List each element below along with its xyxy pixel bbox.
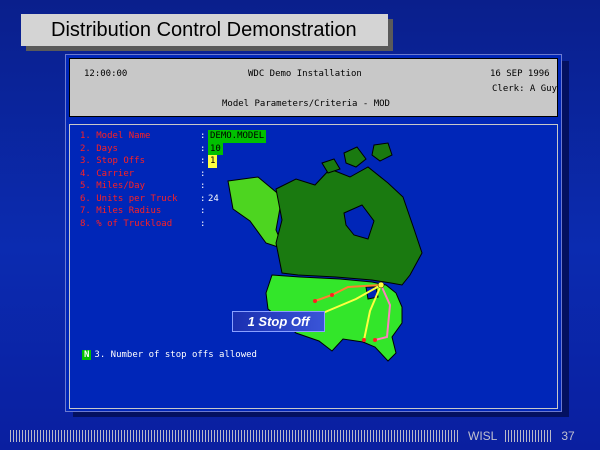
- page-number: 37: [561, 429, 575, 443]
- slide-footer: WISL 37: [10, 428, 590, 444]
- param-colon: :: [200, 218, 206, 229]
- footer-brand: WISL: [468, 429, 498, 443]
- param-colon: :: [200, 181, 206, 191]
- footer-barcode-left: [10, 430, 460, 442]
- clerk-name: Clerk: A Guy: [492, 84, 558, 94]
- param-row[interactable]: 6. Units per Truck : 24: [80, 193, 266, 206]
- route-stop-marker: [330, 293, 334, 297]
- hint-key: N: [82, 350, 92, 360]
- param-label: 6. Units per Truck: [80, 193, 178, 204]
- param-label: 5. Miles/Day: [80, 181, 146, 191]
- model-name-field[interactable]: DEMO.MODEL: [208, 130, 267, 143]
- param-colon: :: [200, 143, 206, 154]
- param-label: 1. Model Name: [80, 131, 151, 141]
- parameter-list: 1. Model Name : DEMO.MODEL 2. Days : 10 …: [80, 130, 267, 231]
- param-label: 2. Days: [80, 143, 118, 154]
- slide-title: Distribution Control Demonstration: [51, 18, 357, 41]
- route-stop-marker: [362, 338, 366, 342]
- param-row[interactable]: 4. Carrier :: [80, 168, 266, 181]
- param-label: 8. % of Truckload: [80, 218, 173, 229]
- terminal-time: 12:00:00: [84, 69, 128, 79]
- param-colon: :: [200, 156, 206, 166]
- route-origin-marker: [377, 281, 385, 289]
- route-stop-marker: [373, 338, 377, 342]
- terminal-window: 12:00:00 WDC Demo Installation 16 SEP 19…: [65, 54, 562, 412]
- slide-title-box: Distribution Control Demonstration: [21, 14, 388, 46]
- param-colon: :: [200, 131, 206, 141]
- days-field[interactable]: 10: [208, 142, 223, 155]
- hint-text: 3. Number of stop offs allowed: [94, 350, 257, 360]
- param-label: 4. Carrier: [80, 168, 135, 179]
- param-row[interactable]: 2. Days : 10: [80, 142, 266, 155]
- param-row[interactable]: 5. Miles/Day :: [80, 180, 266, 193]
- param-label: 7. Miles Radius: [80, 206, 162, 216]
- param-row[interactable]: 8. % of Truckload :: [80, 218, 266, 231]
- screen-title: Model Parameters/Criteria - MOD: [222, 99, 390, 109]
- arctic-island-3: [321, 158, 341, 174]
- terminal-date: 16 SEP 1996: [490, 69, 550, 79]
- param-row[interactable]: 3. Stop Offs : 1: [80, 155, 266, 168]
- param-row[interactable]: 1. Model Name : DEMO.MODEL: [80, 130, 267, 143]
- arctic-island-2: [371, 142, 393, 162]
- terminal-body: 1. Model Name : DEMO.MODEL 2. Days : 10 …: [69, 124, 558, 409]
- stop-off-callout: 1 Stop Off: [232, 311, 325, 332]
- param-row[interactable]: 7. Miles Radius :: [80, 205, 266, 218]
- param-colon: :: [200, 206, 206, 216]
- arctic-island-1: [343, 146, 367, 168]
- system-title: WDC Demo Installation: [248, 69, 362, 79]
- footer-barcode-right: [505, 430, 554, 442]
- field-hint: N 3. Number of stop offs allowed: [82, 350, 257, 360]
- stop-offs-field[interactable]: 1: [208, 155, 218, 168]
- param-colon: :: [200, 193, 206, 204]
- route-stop-marker: [313, 299, 317, 303]
- units-per-truck-field[interactable]: 24: [208, 193, 219, 206]
- param-label: 3. Stop Offs: [80, 156, 146, 166]
- terminal-header: 12:00:00 WDC Demo Installation 16 SEP 19…: [69, 58, 558, 117]
- param-colon: :: [200, 168, 206, 179]
